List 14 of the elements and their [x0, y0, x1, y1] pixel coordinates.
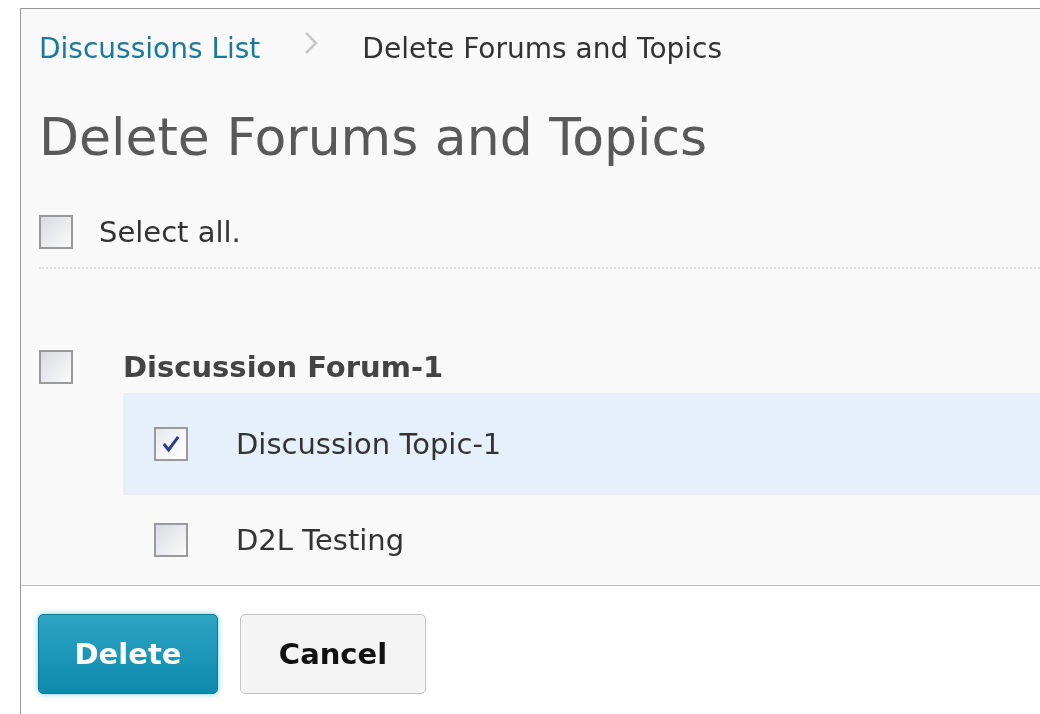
forum-name: Discussion Forum-1: [123, 350, 444, 384]
checkbox[interactable]: [154, 523, 188, 557]
topic-name: D2L Testing: [236, 523, 405, 557]
breadcrumb-current: Delete Forums and Topics: [362, 31, 723, 65]
topic-row[interactable]: Discussion Topic-1: [123, 393, 1040, 495]
cancel-button[interactable]: Cancel: [240, 614, 426, 694]
page-title: Delete Forums and Topics: [39, 106, 709, 169]
topic-name: Discussion Topic-1: [236, 427, 502, 461]
checkbox[interactable]: [39, 215, 73, 249]
checkbox[interactable]: [154, 427, 188, 461]
select-all-label: Select all.: [99, 215, 241, 249]
breadcrumb-link[interactable]: Discussions List: [39, 31, 261, 65]
checkbox[interactable]: [39, 350, 73, 384]
chevron-icon: [304, 31, 319, 55]
